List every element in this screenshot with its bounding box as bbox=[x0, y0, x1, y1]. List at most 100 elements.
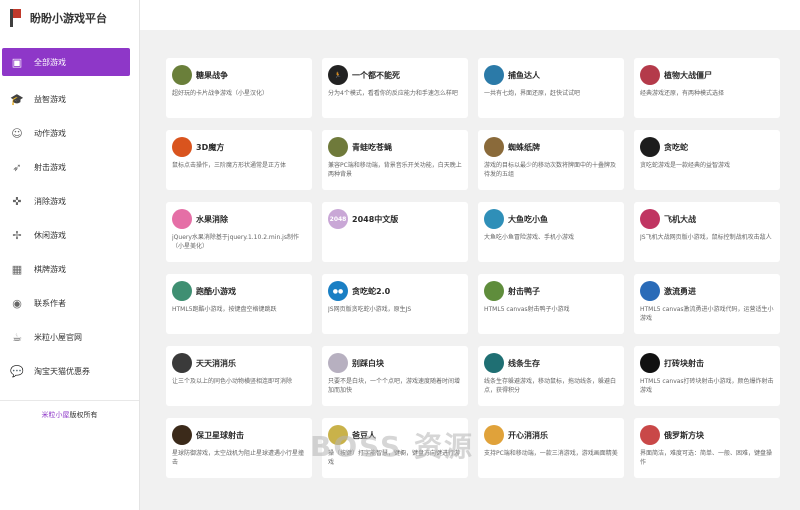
sidebar-item-3[interactable]: ➶ 射击游戏 bbox=[0, 150, 139, 184]
game-card-header: 天天消消乐 bbox=[172, 352, 306, 374]
game-title[interactable]: 2048中文版 bbox=[352, 214, 398, 225]
game-card[interactable]: 大鱼吃小鱼大鱼吃小鱼冒险游戏、手机小游戏 bbox=[478, 202, 624, 262]
game-card-header: ●● 贪吃蛇2.0 bbox=[328, 280, 462, 302]
game-title[interactable]: 天天消消乐 bbox=[196, 358, 236, 369]
game-description: 线条生存躲避游戏，移动鼠标，拖动线条，躲避白点，获得积分 bbox=[484, 378, 617, 394]
game-title[interactable]: 水果消除 bbox=[196, 214, 228, 225]
game-title[interactable]: 线条生存 bbox=[508, 358, 540, 369]
sidebar-item-4[interactable]: ✜ 消除游戏 bbox=[0, 184, 139, 218]
game-card[interactable]: 开心消消乐 支持PC端和移动端，一款三消游戏，游戏画面精美 bbox=[478, 418, 624, 478]
sidebar-item-2[interactable]: ☺ 动作游戏 bbox=[0, 116, 139, 150]
game-card-header: 跑酷小游戏 bbox=[172, 280, 306, 302]
game-title[interactable]: 一个都不能死 bbox=[352, 70, 400, 81]
game-title[interactable]: 大鱼吃小鱼 bbox=[508, 214, 548, 225]
rocket-icon: ➶ bbox=[12, 160, 22, 174]
game-card[interactable]: 跑酷小游戏 HTML5跑酷小游戏，按键盘空格键跳跃 bbox=[166, 274, 312, 334]
game-description: 经典游戏还原，有两种模式选择 bbox=[640, 90, 725, 97]
game-card[interactable]: 天天消消乐让三个及以上的同色小动物横竖相连即可消除 bbox=[166, 346, 312, 406]
game-title[interactable]: 跑酷小游戏 bbox=[196, 286, 236, 297]
sidebar-item-label: 消除游戏 bbox=[34, 196, 66, 206]
flag-logo-icon bbox=[10, 9, 24, 27]
game-card-header: 俄罗斯方块 bbox=[640, 424, 774, 446]
game-title[interactable]: 植物大战僵尸 bbox=[664, 70, 712, 81]
game-thumbnail-icon bbox=[172, 65, 192, 85]
sidebar-item-5[interactable]: ✢ 休闲游戏 bbox=[0, 218, 139, 252]
game-title[interactable]: 俄罗斯方块 bbox=[664, 430, 704, 441]
game-thumbnail-icon bbox=[172, 281, 192, 301]
game-title[interactable]: 爸豆人 bbox=[352, 430, 376, 441]
game-card[interactable]: 爸豆人 操（按键）打字能智慧，键橱，键盘方向键进行游戏 bbox=[322, 418, 468, 478]
game-card[interactable]: 青蛙吃苍蝇兼容PC端和移动端，背景音乐开关功能，白天晚上两种背景 bbox=[322, 130, 468, 190]
sidebar-item-0[interactable]: ▣ 全部游戏 bbox=[2, 48, 130, 76]
sidebar-item-7[interactable]: ◉ 联系作者 bbox=[0, 286, 139, 320]
game-thumbnail-icon bbox=[640, 353, 660, 373]
game-description: 一共有七炮，界面还原，赶快试试吧 bbox=[484, 90, 581, 97]
sidebar-item-9[interactable]: 💬 淘宝天猫优惠券 bbox=[0, 354, 139, 388]
game-title[interactable]: 打砖块射击 bbox=[664, 358, 704, 369]
sidebar-item-1[interactable]: 🎓 益智游戏 bbox=[0, 82, 139, 116]
game-card[interactable]: 糖果战争超好玩的卡片战争游戏（小星汉化） bbox=[166, 58, 312, 118]
game-description: 超好玩的卡片战争游戏（小星汉化） bbox=[172, 90, 269, 97]
game-title[interactable]: 飞机大战 bbox=[664, 214, 696, 225]
game-card[interactable]: 3D魔方鼠标点击操作，三阶魔方形状通常是正方体 bbox=[166, 130, 312, 190]
game-title[interactable]: 开心消消乐 bbox=[508, 430, 548, 441]
game-description: 兼容PC端和移动端，背景音乐开关功能，白天晚上两种背景 bbox=[328, 162, 462, 178]
game-card-header: 激流勇进 bbox=[640, 280, 774, 302]
game-title[interactable]: 青蛙吃苍蝇 bbox=[352, 142, 392, 153]
game-card-header: 大鱼吃小鱼 bbox=[484, 208, 618, 230]
game-title[interactable]: 激流勇进 bbox=[664, 286, 696, 297]
game-card[interactable]: 俄罗斯方块 界面简洁，难度可选：简单、一般、困难，键盘操作 bbox=[634, 418, 780, 478]
game-card[interactable]: 别踩白块 只要不是白块，一个个点吧，游戏速度随着时间增加而加快 bbox=[322, 346, 468, 406]
game-title[interactable]: 捕鱼达人 bbox=[508, 70, 540, 81]
game-card[interactable]: 线条生存线条生存躲避游戏，移动鼠标，拖动线条，躲避白点，获得积分 bbox=[478, 346, 624, 406]
main-content: 糖果战争 超好玩的卡片战争游戏（小星汉化） 🏃 一个都不能死 分为4个模式，看看你的反应… bbox=[140, 30, 800, 510]
game-thumbnail-icon bbox=[640, 425, 660, 445]
game-card[interactable]: ●● 贪吃蛇2.0 JS网页版贪吃蛇小游戏，原生JS bbox=[322, 274, 468, 334]
game-description: 大鱼吃小鱼冒险游戏、手机小游戏 bbox=[484, 234, 575, 241]
game-card-header: 保卫星球射击 bbox=[172, 424, 306, 446]
game-title[interactable]: 贪吃蛇 bbox=[664, 142, 688, 153]
game-card[interactable]: 打砖块射击 HTML5 canvas打砖块射击小游戏，颜色爆炸射击游戏 bbox=[634, 346, 780, 406]
game-card[interactable]: 2048 2048中文版 bbox=[322, 202, 468, 262]
game-thumbnail-icon bbox=[484, 65, 504, 85]
game-title[interactable]: 贪吃蛇2.0 bbox=[352, 286, 390, 297]
game-card[interactable]: 激流勇进 HTML5 canvas激流勇进小游戏代码，运营适生小游戏 bbox=[634, 274, 780, 334]
game-title[interactable]: 射击鸭子 bbox=[508, 286, 540, 297]
game-card-header: 糖果战争 bbox=[172, 64, 306, 86]
sidebar-item-label: 休闲游戏 bbox=[34, 230, 66, 240]
game-card[interactable]: 🏃 一个都不能死 分为4个模式，看看你的反应能力和手速怎么样吧 bbox=[322, 58, 468, 118]
game-thumbnail-icon bbox=[172, 209, 192, 229]
game-description: JS飞机大战网页版小游戏，鼠标控制战机攻击敌人 bbox=[640, 234, 772, 241]
game-thumbnail-icon bbox=[328, 353, 348, 373]
brand[interactable]: 盼盼小游戏平台 bbox=[0, 0, 139, 36]
game-card[interactable]: 水果消除 jQuery水果消除基于jquery.1.10.2.min.js制作（小… bbox=[166, 202, 312, 262]
game-description: 鼠标点击操作，三阶魔方形状通常是正方体 bbox=[172, 162, 287, 169]
game-card[interactable]: 捕鱼达人一共有七炮，界面还原，赶快试试吧 bbox=[478, 58, 624, 118]
game-card[interactable]: 射击鸭子 HTML5 canvas射击鸭子小游戏 bbox=[478, 274, 624, 334]
game-title[interactable]: 蜘蛛纸牌 bbox=[508, 142, 540, 153]
game-description: JS网页版贪吃蛇小游戏，原生JS bbox=[328, 306, 412, 313]
game-description: HTML5 canvas打砖块射击小游戏，颜色爆炸射击游戏 bbox=[640, 378, 774, 394]
game-card-header: 飞机大战 bbox=[640, 208, 774, 230]
sidebar-item-8[interactable]: ☕ 米粒小屋官网 bbox=[0, 320, 139, 354]
game-title[interactable]: 别踩白块 bbox=[352, 358, 384, 369]
game-description: 让三个及以上的同色小动物横竖相连即可消除 bbox=[172, 378, 293, 385]
game-title[interactable]: 糖果战争 bbox=[196, 70, 228, 81]
chat-icon: 💬 bbox=[10, 364, 24, 378]
game-thumbnail-icon: 🏃 bbox=[328, 65, 348, 85]
game-thumbnail-icon bbox=[484, 425, 504, 445]
game-title[interactable]: 3D魔方 bbox=[196, 142, 224, 153]
game-thumbnail-icon bbox=[640, 281, 660, 301]
game-card[interactable]: 贪吃蛇 贪吃蛇游戏是一款经典的益智游戏 bbox=[634, 130, 780, 190]
sidebar-item-6[interactable]: ▦ 棋牌游戏 bbox=[0, 252, 139, 286]
game-title[interactable]: 保卫星球射击 bbox=[196, 430, 244, 441]
footer-link[interactable]: 米粒小屋 bbox=[42, 411, 70, 419]
game-card-header: 2048 2048中文版 bbox=[328, 208, 462, 230]
game-thumbnail-icon bbox=[328, 425, 348, 445]
game-card[interactable]: 蜘蛛纸牌 游戏的目标以最少的移动次数将牌面中的十叠牌及待发的五组 bbox=[478, 130, 624, 190]
game-card[interactable]: 保卫星球射击 星球防御游戏，太空战机为阻止星球遭遇小行星撞击 bbox=[166, 418, 312, 478]
game-card[interactable]: 飞机大战 JS飞机大战网页版小游戏，鼠标控制战机攻击敌人 bbox=[634, 202, 780, 262]
game-card[interactable]: 植物大战僵尸经典游戏还原，有两种模式选择 bbox=[634, 58, 780, 118]
game-thumbnail-icon bbox=[484, 137, 504, 157]
sidebar-item-label: 米粒小屋官网 bbox=[34, 332, 82, 342]
